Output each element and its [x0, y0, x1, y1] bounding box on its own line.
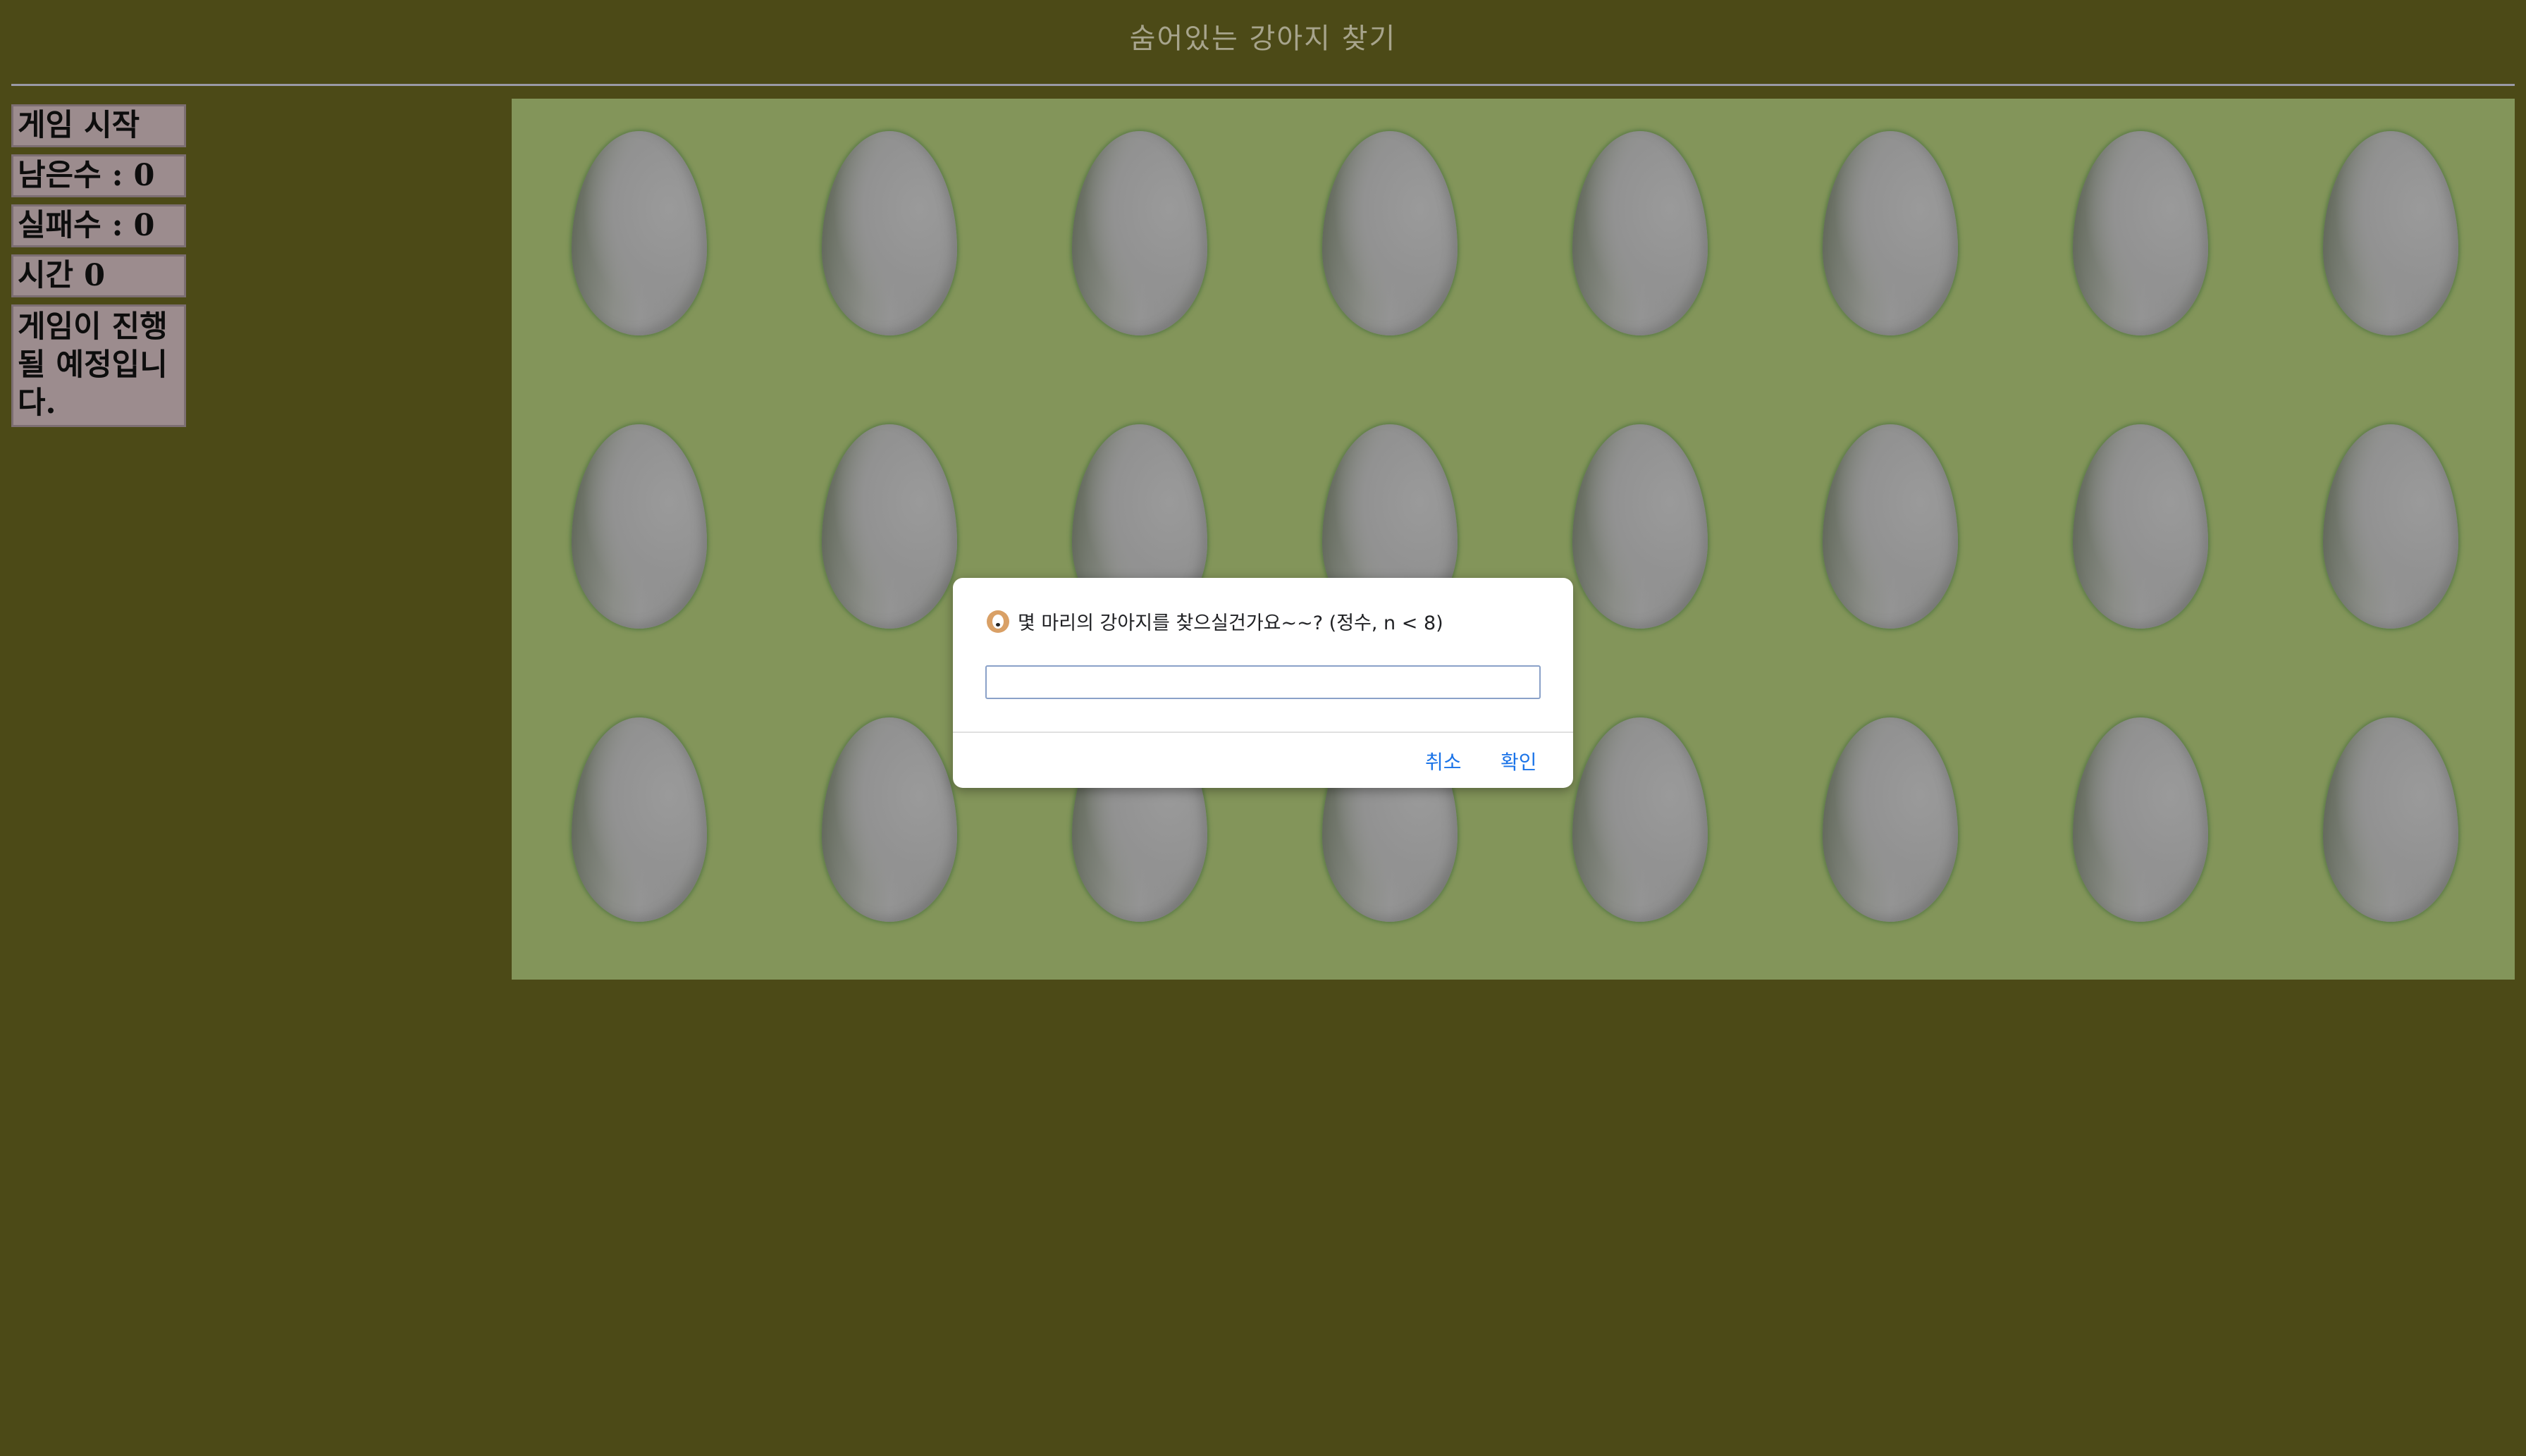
- egg-icon: [571, 717, 707, 922]
- egg-icon: [2072, 131, 2208, 335]
- timer: 시간 0: [11, 254, 186, 297]
- egg-cell[interactable]: [1765, 131, 2015, 424]
- game-status-message: 게임이 진행될 예정입니다.: [11, 304, 186, 427]
- failure-count: 실패수 : 0: [11, 204, 186, 247]
- egg-icon: [1822, 717, 1958, 922]
- egg-cell[interactable]: [514, 717, 764, 1011]
- dog-icon: [987, 610, 1009, 633]
- egg-icon: [821, 131, 957, 335]
- egg-icon: [1572, 717, 1708, 922]
- egg-cell[interactable]: [2015, 424, 2265, 717]
- dialog-divider: [953, 732, 1573, 733]
- egg-icon: [2072, 717, 2208, 922]
- egg-icon: [2322, 131, 2458, 335]
- egg-icon: [821, 424, 957, 629]
- egg-cell[interactable]: [2265, 424, 2515, 717]
- egg-cell[interactable]: [1765, 717, 2015, 1011]
- prompt-dialog: 몇 마리의 강아지를 찾으실건가요~~? (정수, n < 8) 취소 확인: [953, 578, 1573, 788]
- egg-cell[interactable]: [1515, 131, 1765, 424]
- egg-cell[interactable]: [1014, 131, 1264, 424]
- egg-cell[interactable]: [2265, 131, 2515, 424]
- egg-cell[interactable]: [764, 131, 1014, 424]
- egg-cell[interactable]: [1765, 424, 2015, 717]
- egg-icon: [571, 131, 707, 335]
- title-divider: [11, 84, 2515, 86]
- dialog-message-row: 몇 마리의 강아지를 찾으실건가요~~? (정수, n < 8): [987, 607, 1443, 635]
- egg-icon: [1822, 131, 1958, 335]
- egg-icon: [1071, 131, 1207, 335]
- egg-icon: [1822, 424, 1958, 629]
- egg-icon: [821, 717, 957, 922]
- egg-icon: [1572, 131, 1708, 335]
- dog-count-input[interactable]: [985, 665, 1541, 699]
- egg-icon: [1572, 424, 1708, 629]
- start-game-button[interactable]: 게임 시작: [11, 104, 186, 147]
- egg-cell[interactable]: [1264, 131, 1515, 424]
- egg-cell[interactable]: [2265, 717, 2515, 1011]
- sidebar: 게임 시작 남은수 : 0 실패수 : 0 시간 0 게임이 진행될 예정입니다…: [11, 104, 186, 434]
- page-title: 숨어있는 강아지 찾기: [1129, 23, 1397, 55]
- egg-icon: [571, 424, 707, 629]
- egg-icon: [2072, 424, 2208, 629]
- egg-grid: [514, 131, 2515, 1011]
- ok-button[interactable]: 확인: [1501, 747, 1537, 775]
- egg-icon: [2322, 717, 2458, 922]
- dialog-message: 몇 마리의 강아지를 찾으실건가요~~? (정수, n < 8): [1018, 612, 1443, 634]
- egg-icon: [1321, 131, 1458, 335]
- cancel-button[interactable]: 취소: [1425, 747, 1462, 775]
- egg-cell[interactable]: [2015, 131, 2265, 424]
- remaining-count: 남은수 : 0: [11, 154, 186, 197]
- game-board: [512, 99, 2515, 980]
- egg-icon: [2322, 424, 2458, 629]
- egg-cell[interactable]: [514, 131, 764, 424]
- egg-cell[interactable]: [514, 424, 764, 717]
- egg-cell[interactable]: [2015, 717, 2265, 1011]
